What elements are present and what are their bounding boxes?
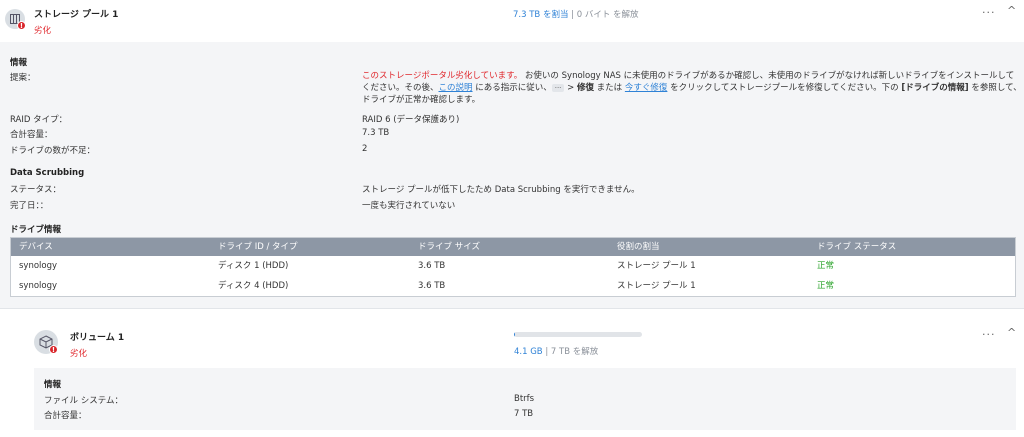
device-cell: synology xyxy=(19,281,58,291)
scrubbing-section-title: Data Scrubbing xyxy=(10,168,85,178)
volume-status: 劣化 xyxy=(70,349,88,359)
completed-date-value: 一度も実行されていない xyxy=(362,201,456,211)
volume-usage-fill xyxy=(514,332,515,337)
free-text: 0 バイト を解放 xyxy=(576,10,639,20)
column-header-drive-id[interactable]: ドライブ ID / タイプ xyxy=(218,238,298,256)
storage-pool-icon: ! xyxy=(5,9,26,30)
suggestion-part: > xyxy=(564,83,577,93)
drive-status-cell: 正常 xyxy=(817,281,835,291)
completed-date-label: 完了日：： xyxy=(10,201,49,211)
drive-id-cell: ディスク 4 (HDD) xyxy=(218,281,289,291)
table-header: デバイス ドライブ ID / タイプ ドライブ サイズ 役割の割当 ドライブ ス… xyxy=(11,238,1015,256)
table-row[interactable]: synology ディスク 1 (HDD) 3.6 TB ストレージ プール 1… xyxy=(11,256,1015,276)
scrubbing-status-value: ストレージ プールが低下したため Data Scrubbing を実行できません… xyxy=(362,185,640,195)
volume-capacity-label: 合計容量： xyxy=(44,411,87,421)
volume-usage-text: 4.1 GB | 7 TB を解放 xyxy=(514,345,598,357)
collapse-chevron-icon[interactable]: ^ xyxy=(1007,4,1016,17)
more-options-icon[interactable]: ··· xyxy=(982,6,996,19)
drive-info-keyword: [ドライブの情報] xyxy=(901,83,969,93)
total-capacity-label: 合計容量： xyxy=(10,130,53,140)
storage-pool-header[interactable]: ! ストレージ プール 1 劣化 7.3 TB を割当 | 0 バイト を解放 … xyxy=(0,0,1024,42)
volume-icon: ! xyxy=(34,330,58,354)
suggestion-part: または xyxy=(593,83,625,93)
drive-size-cell: 3.6 TB xyxy=(418,261,446,271)
repair-now-link[interactable]: 今すぐ修復 xyxy=(625,83,668,93)
drive-id-cell: ディスク 1 (HDD) xyxy=(218,261,289,271)
missing-drives-value: 2 xyxy=(362,144,368,154)
total-capacity-value: 7.3 TB xyxy=(362,128,390,138)
scrubbing-status-label: ステータス： xyxy=(10,185,62,195)
storage-pool-allocation: 7.3 TB を割当 | 0 バイト を解放 xyxy=(513,8,639,20)
separator: | xyxy=(545,347,549,357)
volume-details: 情報 ファイル システム： Btrfs 合計容量： 7 TB xyxy=(34,368,1016,430)
file-system-label: ファイル システム： xyxy=(44,396,123,406)
warning-badge-icon: ! xyxy=(49,345,58,354)
volume-usage-bar xyxy=(514,332,642,337)
free-text: 7 TB を解放 xyxy=(550,347,599,357)
device-cell: synology xyxy=(19,261,58,271)
more-menu-chip-icon: ··· xyxy=(551,84,565,92)
suggestion-warning: このストレージポータル劣化しています。 xyxy=(362,71,523,81)
used-text: 4.1 GB xyxy=(514,347,543,357)
instructions-link[interactable]: この説明 xyxy=(439,83,473,93)
suggestion-part: にある指示に従い、 xyxy=(472,83,552,93)
raid-type-value: RAID 6 (データ保護あり) xyxy=(362,115,460,125)
repair-keyword: 修復 xyxy=(576,83,594,93)
suggestion-label: 提案： xyxy=(10,73,36,83)
storage-pool-status: 劣化 xyxy=(34,26,52,36)
warning-badge-icon: ! xyxy=(17,21,26,30)
role-cell: ストレージ プール 1 xyxy=(617,261,696,271)
drive-status-cell: 正常 xyxy=(817,261,835,271)
column-header-drive-status[interactable]: ドライブ ステータス xyxy=(817,238,896,256)
volume-info-section-title: 情報 xyxy=(44,380,62,390)
file-system-value: Btrfs xyxy=(514,394,535,404)
drive-info-table: デバイス ドライブ ID / タイプ ドライブ サイズ 役割の割当 ドライブ ス… xyxy=(10,237,1016,297)
more-options-icon[interactable]: ··· xyxy=(982,328,996,341)
section-divider xyxy=(0,308,1024,318)
column-header-drive-size[interactable]: ドライブ サイズ xyxy=(418,238,480,256)
allocated-text: 7.3 TB を割当 xyxy=(513,10,569,20)
missing-drives-label: ドライブの数が不足： xyxy=(10,146,96,156)
role-cell: ストレージ プール 1 xyxy=(617,281,696,291)
collapse-chevron-icon[interactable]: ^ xyxy=(1007,326,1016,339)
separator: | xyxy=(571,10,575,20)
suggestion-part: をクリックしてストレージプールを修復してください。下の xyxy=(667,83,902,93)
info-section-title: 情報 xyxy=(10,58,28,68)
drive-info-section-title: ドライブ情報 xyxy=(10,225,62,235)
volume-header[interactable]: ! ボリューム 1 劣化 4.1 GB | 7 TB を解放 ··· ^ xyxy=(0,318,1024,368)
raid-type-label: RAID タイプ： xyxy=(10,115,68,125)
column-header-role[interactable]: 役割の割当 xyxy=(617,238,660,256)
volume-title: ボリューム 1 xyxy=(70,333,125,343)
column-header-device[interactable]: デバイス xyxy=(19,238,53,256)
storage-pool-title: ストレージ プール 1 xyxy=(34,10,119,20)
table-row[interactable]: synology ディスク 4 (HDD) 3.6 TB ストレージ プール 1… xyxy=(11,276,1015,296)
suggestion-text: このストレージポータル劣化しています。 お使いの Synology NAS に未… xyxy=(362,70,1022,106)
volume-capacity-value: 7 TB xyxy=(514,409,534,419)
drive-size-cell: 3.6 TB xyxy=(418,281,446,291)
